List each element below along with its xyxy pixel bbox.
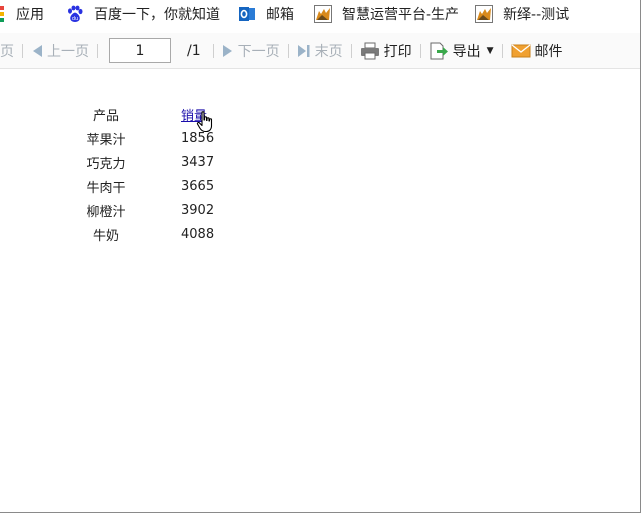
triangle-right-icon — [222, 44, 234, 58]
cell-sales: 3665 — [181, 178, 215, 194]
triangle-left-icon — [31, 44, 43, 58]
bookmark-label: 智慧运营平台-生产 — [342, 7, 460, 23]
cell-product: 牛奶 — [92, 228, 119, 244]
table-row: 牛肉干 3665 — [70, 174, 222, 198]
outlook-icon — [238, 5, 256, 23]
fox-icon — [314, 5, 332, 23]
bookmark-label: 新绎--测试 — [503, 7, 570, 23]
header-product: 产品 — [92, 108, 119, 124]
export-label: 导出 — [452, 43, 481, 60]
toolbar-divider — [419, 43, 421, 58]
first-page-button[interactable]: 首页 — [0, 33, 14, 69]
print-button[interactable]: 打印 — [360, 33, 412, 69]
export-icon — [429, 41, 449, 61]
apps-grid-icon — [0, 5, 6, 23]
last-page-button[interactable]: 末页 — [297, 33, 343, 69]
mail-label: 邮件 — [534, 43, 563, 60]
svg-text:du: du — [72, 16, 78, 22]
page-total: /1 — [187, 42, 201, 59]
toolbar-divider — [97, 43, 98, 58]
cell-product: 牛肉干 — [86, 180, 126, 196]
cell-sales: 3902 — [181, 202, 215, 218]
table-row: 巧克力 3437 — [70, 150, 222, 174]
report-canvas: 产品 销量 苹果汁 1856 巧克力 3437 牛肉干 3665 柳橙汁 390… — [0, 70, 640, 512]
cell-sales: 3437 — [181, 154, 215, 170]
next-page-label: 下一页 — [237, 43, 280, 60]
bookmark-label: 应用 — [16, 7, 44, 23]
toolbar-divider — [350, 43, 352, 58]
export-button[interactable]: 导出 ▼ — [429, 33, 494, 69]
toolbar-divider — [212, 43, 214, 58]
bookmark-mail[interactable]: 邮箱 — [238, 0, 294, 28]
table-row: 柳橙汁 3902 — [70, 198, 222, 222]
bookmarks-bar: 应用 du 百度一下，你就知道 邮箱 智慧运营平台-生产 新绎--测试 — [0, 0, 640, 28]
bookmark-label: 百度一下，你就知道 — [94, 7, 220, 23]
baidu-paw-icon: du — [66, 5, 84, 23]
toolbar-divider — [501, 43, 503, 58]
cell-product: 柳橙汁 — [86, 204, 126, 220]
print-label: 打印 — [383, 43, 412, 60]
toolbar-divider — [22, 43, 23, 58]
last-page-label: 末页 — [314, 43, 343, 60]
next-page-button[interactable]: 下一页 — [222, 33, 280, 69]
mail-button[interactable]: 邮件 — [511, 33, 563, 69]
report-toolbar: 首页 上一页 /1 下一页 末页 — [0, 33, 640, 69]
cell-sales: 4088 — [181, 226, 215, 242]
toolbar-divider — [287, 43, 289, 58]
first-page-label: 首页 — [0, 43, 14, 60]
bookmark-ops-platform[interactable]: 智慧运营平台-生产 — [314, 0, 459, 28]
bookmark-test[interactable]: 新绎--测试 — [475, 0, 569, 28]
cell-product: 苹果汁 — [86, 132, 126, 148]
prev-page-button[interactable]: 上一页 — [31, 33, 89, 69]
chevron-down-icon[interactable]: ▼ — [487, 46, 494, 56]
prev-page-label: 上一页 — [47, 43, 89, 60]
table-row: 牛奶 4088 — [70, 222, 222, 246]
browser-window: 应用 du 百度一下，你就知道 邮箱 智慧运营平台-生产 新绎--测试 页 上一… — [0, 0, 641, 513]
bookmark-label: 邮箱 — [266, 7, 294, 23]
bookmark-baidu[interactable]: du 百度一下，你就知道 — [66, 0, 220, 28]
bookmark-apps[interactable]: 应用 — [0, 0, 44, 28]
fox-icon — [475, 5, 494, 23]
skip-to-end-icon — [297, 44, 311, 58]
printer-icon — [360, 42, 380, 60]
page-number-input[interactable] — [109, 38, 171, 63]
hand-cursor-icon — [196, 111, 216, 133]
envelope-icon — [511, 43, 531, 59]
cell-product: 巧克力 — [86, 156, 126, 172]
